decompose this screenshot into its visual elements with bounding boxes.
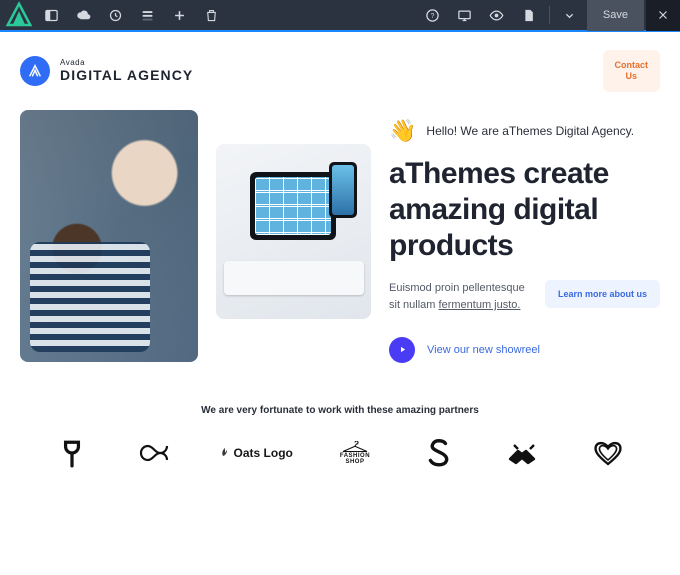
hero-image-people bbox=[20, 110, 198, 362]
fashion-l2: SHOP bbox=[345, 459, 364, 465]
history-icon[interactable] bbox=[100, 0, 130, 30]
partner-logo-6-hands-icon bbox=[494, 436, 554, 470]
brand-text: Avada DIGITAL AGENCY bbox=[60, 58, 193, 83]
desktop-preview-icon[interactable] bbox=[450, 0, 480, 30]
hero-section: 👋 Hello! We are aThemes Digital Agency. … bbox=[20, 110, 660, 363]
hero-images bbox=[20, 110, 371, 363]
toolbar-divider bbox=[549, 6, 550, 24]
close-button[interactable] bbox=[646, 0, 680, 31]
settings-sliders-icon[interactable] bbox=[132, 0, 162, 30]
contact-line2: Us bbox=[625, 71, 637, 81]
hanger-icon bbox=[338, 441, 372, 453]
greeting-row: 👋 Hello! We are aThemes Digital Agency. bbox=[389, 118, 660, 144]
subtext-link[interactable]: fermentum justo. bbox=[439, 299, 521, 311]
save-button[interactable]: Save bbox=[587, 0, 644, 31]
greeting-text: Hello! We are aThemes Digital Agency. bbox=[426, 124, 634, 138]
app-logo-icon[interactable] bbox=[4, 0, 34, 30]
site-header: Avada DIGITAL AGENCY Contact Us bbox=[20, 50, 660, 92]
hero-sub-row: Euismod proin pellentesque sit nullam fe… bbox=[389, 280, 660, 315]
partner-logo-2-infinity-icon bbox=[126, 436, 186, 470]
leaf-icon bbox=[219, 447, 231, 459]
page-icon[interactable] bbox=[514, 0, 544, 30]
sidebar-toggle-icon[interactable] bbox=[36, 0, 66, 30]
partner-logo-oats: Oats Logo bbox=[211, 436, 301, 470]
wave-emoji-icon: 👋 bbox=[389, 118, 416, 144]
learn-more-button[interactable]: Learn more about us bbox=[545, 280, 660, 308]
oats-label: Oats Logo bbox=[234, 446, 293, 460]
showreel-row: View our new showreel bbox=[389, 337, 660, 363]
showreel-link[interactable]: View our new showreel bbox=[427, 344, 540, 356]
partner-logo-7-heart-icon bbox=[578, 436, 638, 470]
hero-image-devices bbox=[216, 144, 371, 319]
brand-title: DIGITAL AGENCY bbox=[60, 67, 193, 83]
hero-subtext: Euismod proin pellentesque sit nullam fe… bbox=[389, 280, 531, 315]
hero-headline: aThemes create amazing digital products bbox=[389, 156, 660, 264]
toolbar-right-group: ? Save bbox=[418, 0, 680, 31]
help-icon[interactable]: ? bbox=[418, 0, 448, 30]
dropdown-chevron-icon[interactable] bbox=[555, 0, 585, 30]
partner-logo-row: Oats Logo FASHION SHOP bbox=[20, 436, 660, 470]
partners-heading: We are very fortunate to work with these… bbox=[20, 405, 660, 416]
contact-us-button[interactable]: Contact Us bbox=[603, 50, 661, 92]
partner-logo-fashion: FASHION SHOP bbox=[325, 436, 385, 470]
partner-logo-5-s-icon bbox=[409, 436, 469, 470]
page-canvas: Avada DIGITAL AGENCY Contact Us 👋 Hello!… bbox=[0, 32, 680, 480]
cloud-icon[interactable] bbox=[68, 0, 98, 30]
brand-logo-icon bbox=[20, 56, 50, 86]
svg-text:?: ? bbox=[431, 13, 435, 20]
play-button[interactable] bbox=[389, 337, 415, 363]
brand[interactable]: Avada DIGITAL AGENCY bbox=[20, 56, 193, 86]
toolbar-left-group bbox=[4, 0, 226, 30]
preview-eye-icon[interactable] bbox=[482, 0, 512, 30]
partners-section: We are very fortunate to work with these… bbox=[20, 405, 660, 470]
contact-line1: Contact bbox=[615, 60, 649, 70]
editor-toolbar: ? Save bbox=[0, 0, 680, 32]
play-icon bbox=[398, 345, 407, 354]
brand-subtitle: Avada bbox=[60, 58, 193, 67]
trash-icon[interactable] bbox=[196, 0, 226, 30]
partner-logo-1 bbox=[42, 436, 102, 470]
hero-content: 👋 Hello! We are aThemes Digital Agency. … bbox=[389, 110, 660, 363]
add-icon[interactable] bbox=[164, 0, 194, 30]
